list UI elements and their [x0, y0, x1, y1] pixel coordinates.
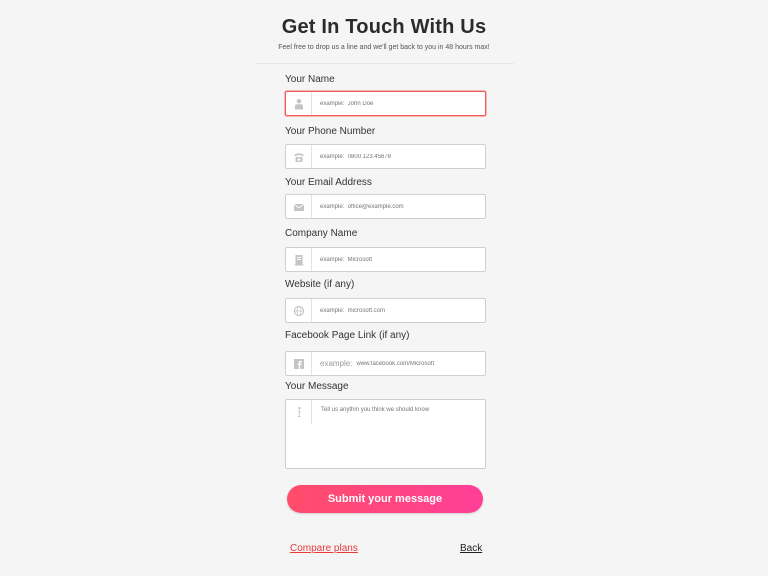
- facebook-icon: [286, 352, 312, 375]
- page-header: Get In Touch With Us Feel free to drop u…: [0, 16, 768, 51]
- message-label: Your Message: [285, 381, 349, 392]
- telephone-icon: [286, 145, 312, 168]
- name-label: Your Name: [285, 74, 335, 85]
- info-icon: [286, 400, 312, 424]
- page-subtitle: Feel free to drop us a line and we'll ge…: [278, 44, 490, 51]
- website-input[interactable]: [312, 298, 485, 323]
- website-label: Website (if any): [285, 279, 355, 290]
- message-field[interactable]: [285, 399, 486, 469]
- person-icon: [286, 92, 312, 115]
- facebook-label: Facebook Page Link (if any): [285, 330, 410, 341]
- building-icon: [286, 248, 312, 271]
- name-input[interactable]: [312, 91, 485, 116]
- company-input[interactable]: [312, 247, 485, 272]
- compare-plans-link[interactable]: Compare plans: [290, 543, 358, 554]
- company-field[interactable]: [285, 247, 486, 272]
- email-field[interactable]: [285, 194, 486, 219]
- phone-input[interactable]: [312, 144, 485, 169]
- facebook-prefix: example:: [320, 359, 353, 368]
- message-input[interactable]: [313, 400, 481, 464]
- globe-icon: [286, 299, 312, 322]
- company-label: Company Name: [285, 228, 358, 239]
- email-label: Your Email Address: [285, 177, 372, 188]
- page-title: Get In Touch With Us: [281, 16, 487, 38]
- phone-label: Your Phone Number: [285, 126, 376, 137]
- back-link[interactable]: Back: [460, 543, 482, 554]
- header-divider: [256, 63, 514, 64]
- email-input[interactable]: [312, 194, 485, 219]
- facebook-input[interactable]: [352, 351, 485, 376]
- submit-button[interactable]: Submit your message: [287, 485, 483, 513]
- facebook-field[interactable]: example:: [285, 351, 486, 376]
- phone-field[interactable]: [285, 144, 486, 169]
- name-field[interactable]: [285, 91, 486, 116]
- envelope-icon: [286, 195, 312, 218]
- website-field[interactable]: [285, 298, 486, 323]
